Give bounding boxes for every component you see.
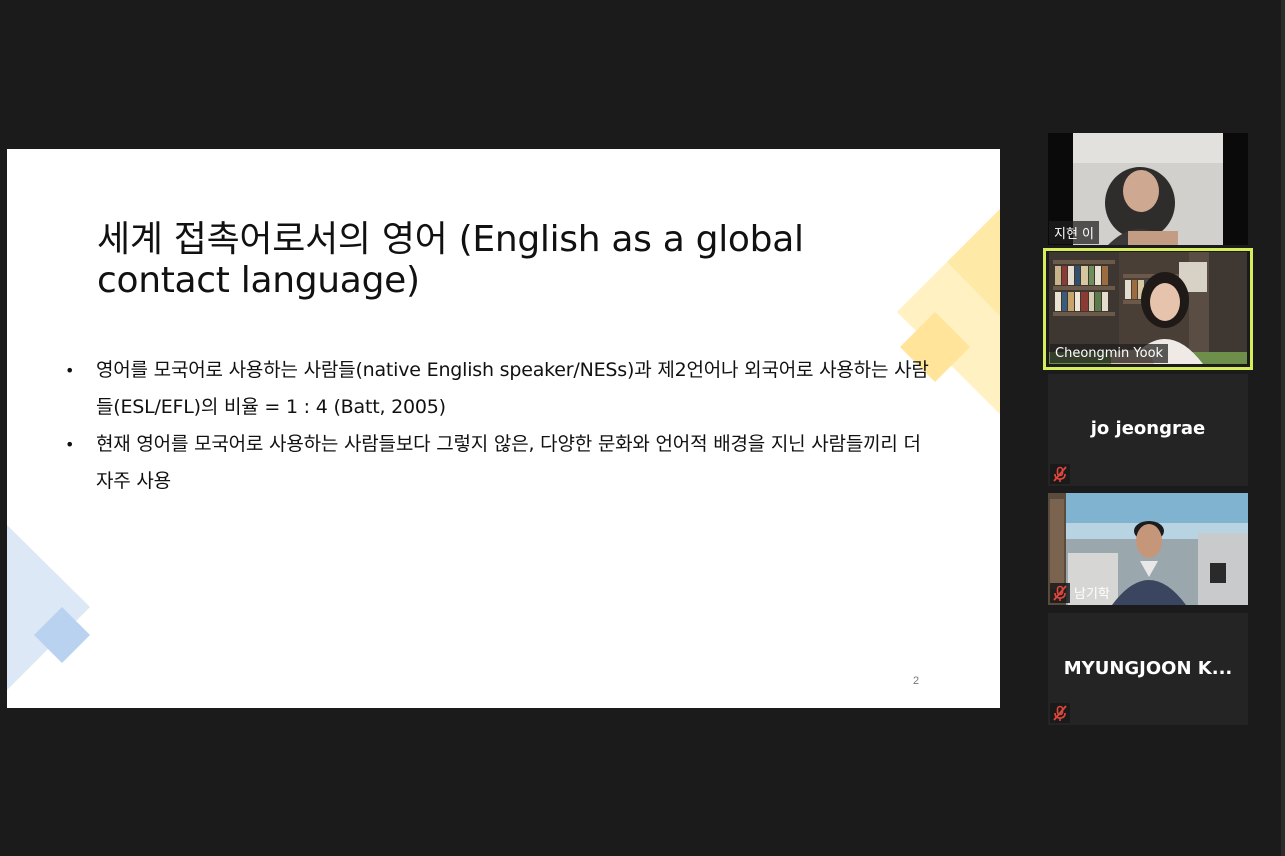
participant-name: 지현 이 [1049,221,1100,244]
meeting-window: 세계 접촉어로서의 영어 (English as a global contac… [0,0,1285,856]
slide-bullet-list: • 영어를 모국어로 사용하는 사람들(native English speak… [65,352,935,500]
participant-tile[interactable]: Cheongmin Yook [1049,252,1247,364]
participant-tile[interactable]: jo jeongrae [1048,374,1248,486]
mic-muted-icon [1050,703,1070,723]
shared-slide: 세계 접촉어로서의 영어 (English as a global contac… [7,149,1000,708]
slide-title: 세계 접촉어로서의 영어 (English as a global contac… [97,219,804,301]
slide-bullet: • 현재 영어를 모국어로 사용하는 사람들보다 그렇지 않은, 다양한 문화와… [65,426,935,500]
participant-display-name: jo jeongrae [1090,418,1206,439]
bullet-text: 영어를 모국어로 사용하는 사람들(native English speaker… [96,359,929,418]
mic-muted-icon [1050,583,1070,603]
participant-name: Cheongmin Yook [1050,344,1169,363]
participant-name: 남기학 [1074,587,1110,602]
window-scroll-edge[interactable] [1281,0,1285,856]
participant-tile[interactable]: 지현 이 [1048,133,1248,245]
participant-display-name: MYUNGJOON K... [1063,658,1233,679]
slide-decoration-blue [7,525,90,690]
participant-tile[interactable]: MYUNGJOON K... [1048,613,1248,725]
mic-muted-icon [1050,464,1070,484]
slide-bullet: • 영어를 모국어로 사용하는 사람들(native English speak… [65,352,935,426]
bullet-marker: • [65,361,75,380]
participant-tile[interactable]: 남기학 [1048,493,1248,605]
bullet-text: 현재 영어를 모국어로 사용하는 사람들보다 그렇지 않은, 다양한 문화와 언… [96,433,921,492]
bullet-marker: • [65,435,75,454]
slide-page-number: 2 [913,675,920,687]
